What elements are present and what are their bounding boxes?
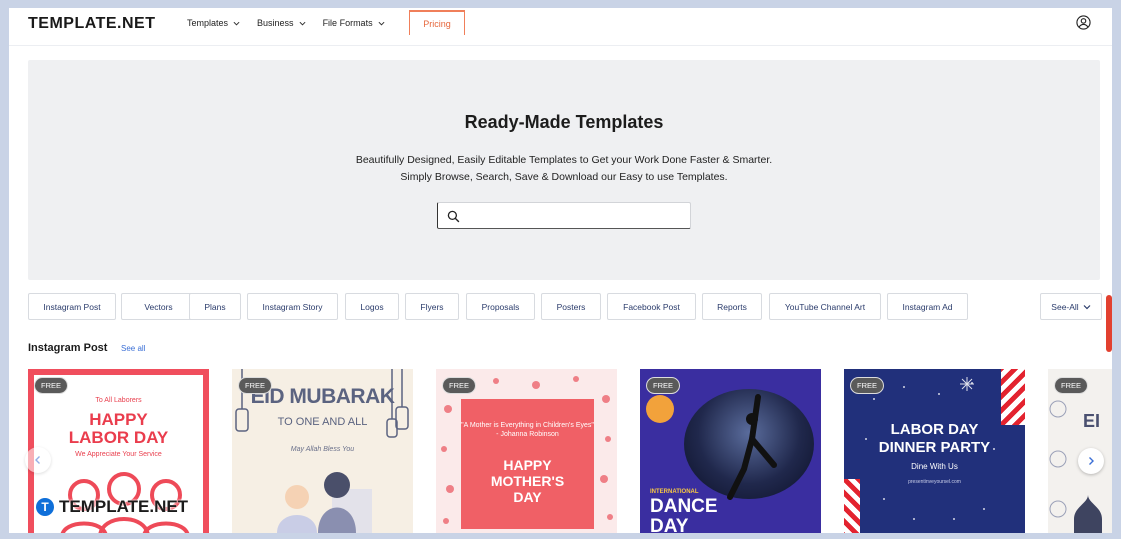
carousel-next-button[interactable]: [1078, 448, 1104, 474]
free-badge: FREE: [850, 377, 884, 394]
card-text-line-1: To All Laborers: [95, 397, 142, 404]
watermark-mark-icon: T: [36, 498, 54, 516]
template-card-labor-day-dinner[interactable]: LABOR DAY DINNER PARTY Dine With Us prese…: [844, 369, 1025, 533]
nav-business[interactable]: Business: [257, 18, 306, 28]
template-card-partial[interactable]: EI FREE: [1048, 369, 1112, 533]
category-chip-youtube-channel-art[interactable]: YouTube Channel Art: [769, 293, 881, 320]
hero-subtitle-line-2: Simply Browse, Search, Save & Download o…: [400, 171, 728, 183]
template-card-mothers-day[interactable]: "A Mother is Everything in Children's Ey…: [436, 369, 617, 533]
section-title: Instagram Post: [28, 342, 108, 354]
free-badge: FREE: [238, 377, 272, 394]
card-title: LABOR DAY DINNER PARTY: [878, 421, 991, 456]
hero-subtitle-line-1: Beautifully Designed, Easily Editable Te…: [355, 154, 773, 166]
category-chip-reports[interactable]: Reports: [702, 293, 762, 320]
card-text-line-3: We Appreciate Your Service: [75, 451, 162, 458]
category-chip-flyers[interactable]: Flyers: [405, 293, 459, 320]
site-logo[interactable]: TEMPLATE.NET: [28, 15, 155, 33]
card-text-line-2: Dine With Us: [911, 462, 958, 471]
user-circle-icon[interactable]: [1076, 15, 1091, 30]
chevron-down-icon: [378, 21, 385, 26]
category-chip-logos[interactable]: Logos: [345, 293, 399, 320]
hero-banner: Ready-Made Templates Beautifully Designe…: [28, 60, 1100, 280]
watermark-logo: T TEMPLATE.NET: [36, 497, 188, 517]
category-chip-facebook-post[interactable]: Facebook Post: [607, 293, 696, 320]
see-all-categories-button[interactable]: See-All: [1040, 293, 1102, 320]
category-chip-vectors[interactable]: Vectors: [121, 293, 196, 320]
chevron-down-icon: [233, 21, 240, 26]
search-input[interactable]: [437, 202, 691, 229]
nav-business-label: Business: [257, 18, 294, 28]
nav-templates-label: Templates: [187, 18, 229, 28]
chevron-left-icon: [35, 456, 40, 464]
hero-subtitle: Beautifully Designed, Easily Editable Te…: [28, 152, 1100, 186]
card-kicker: INTERNATIONAL: [650, 489, 699, 495]
nav-file-formats-label: File Formats: [322, 18, 373, 28]
free-badge: FREE: [34, 377, 68, 394]
free-badge: FREE: [442, 377, 476, 394]
card-title: HAPPY LABOR DAY: [68, 410, 169, 447]
chevron-right-icon: [1089, 457, 1094, 465]
template-card-dance-day[interactable]: INTERNATIONAL DANCE DAY FREE: [640, 369, 821, 533]
chevron-down-icon: [1083, 304, 1091, 309]
page: TEMPLATE.NET Templates Business File For…: [9, 8, 1112, 533]
main-nav: Templates Business File Formats: [187, 8, 402, 38]
hero-title: Ready-Made Templates: [464, 112, 664, 132]
section-see-all-link[interactable]: See all: [121, 344, 145, 353]
free-badge: FREE: [646, 377, 680, 394]
chevron-down-icon: [299, 21, 306, 26]
category-chip-plans[interactable]: Plans: [189, 293, 241, 320]
search-icon: [447, 210, 460, 223]
pricing-tab[interactable]: Pricing: [409, 10, 465, 35]
card-text-line-3: presentinveyoursel.com: [908, 479, 961, 485]
see-all-categories-label: See-All: [1051, 301, 1079, 312]
category-chip-instagram-ad[interactable]: Instagram Ad: [887, 293, 968, 320]
category-chip-instagram-story[interactable]: Instagram Story: [247, 293, 338, 320]
card-title: DANCE DAY: [650, 496, 718, 534]
category-chip-posters[interactable]: Posters: [541, 293, 601, 320]
card-quote: "A Mother is Everything in Children's Ey…: [461, 422, 594, 438]
category-chip-instagram-post[interactable]: Instagram Post: [28, 293, 116, 320]
free-badge: FREE: [1054, 377, 1088, 394]
card-panel: "A Mother is Everything in Children's Ey…: [461, 399, 594, 529]
category-chip-proposals[interactable]: Proposals: [466, 293, 535, 320]
scroll-indicator: [1106, 295, 1112, 352]
nav-templates[interactable]: Templates: [187, 18, 240, 28]
template-card-eid-mubarak[interactable]: EID MUBARAK TO ONE AND ALL May Allah Ble…: [232, 369, 413, 533]
carousel-prev-button[interactable]: [25, 447, 51, 473]
nav-file-formats[interactable]: File Formats: [323, 18, 385, 28]
watermark-text: TEMPLATE.NET: [59, 497, 189, 516]
top-header: TEMPLATE.NET Templates Business File For…: [9, 8, 1112, 46]
card-title: HAPPY MOTHER'S DAY: [490, 457, 565, 505]
